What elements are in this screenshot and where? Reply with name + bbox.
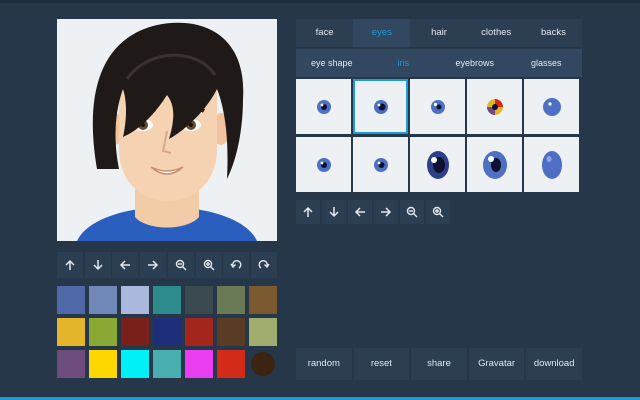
iris-option[interactable] xyxy=(467,79,522,134)
move-down-button[interactable] xyxy=(84,252,111,278)
color-swatch[interactable] xyxy=(185,350,213,378)
action-bar: random reset share Gravatar download xyxy=(296,348,582,380)
tab-hair[interactable]: hair xyxy=(410,19,467,47)
tab-backs[interactable]: backs xyxy=(525,19,582,47)
subtab-eye-shape[interactable]: eye shape xyxy=(296,49,368,77)
iris-small-icon xyxy=(373,99,388,114)
iris-solid-icon xyxy=(542,97,561,116)
color-swatch[interactable] xyxy=(249,286,277,314)
subtab-eyebrows[interactable]: eyebrows xyxy=(439,49,511,77)
iris-option[interactable] xyxy=(410,79,465,134)
redo-icon xyxy=(258,260,270,269)
share-button[interactable]: share xyxy=(411,348,467,380)
iris-small-icon xyxy=(316,99,331,114)
color-swatch[interactable] xyxy=(217,350,245,378)
option-zoom-in-button[interactable] xyxy=(426,200,450,224)
subtab-iris[interactable]: iris xyxy=(368,49,440,77)
color-swatch[interactable] xyxy=(57,318,85,346)
top-border xyxy=(0,0,640,3)
option-left-button[interactable] xyxy=(348,200,372,224)
color-swatch[interactable] xyxy=(217,286,245,314)
color-swatch[interactable] xyxy=(185,318,213,346)
avatar-controls xyxy=(57,252,277,278)
color-swatch[interactable] xyxy=(57,350,85,378)
iris-option[interactable] xyxy=(353,79,408,134)
iris-small-icon xyxy=(373,157,388,172)
arrow-left-icon xyxy=(354,207,365,217)
arrow-down-icon xyxy=(329,207,339,218)
redo-button[interactable] xyxy=(250,252,277,278)
iris-option[interactable] xyxy=(524,79,579,134)
color-swatch[interactable] xyxy=(121,286,149,314)
arrow-right-icon xyxy=(381,207,392,217)
iris-small-icon xyxy=(430,99,445,114)
option-zoom-out-button[interactable] xyxy=(400,200,424,224)
tab-eyes[interactable]: eyes xyxy=(353,19,411,47)
color-swatch[interactable] xyxy=(121,318,149,346)
iris-option[interactable] xyxy=(524,137,579,192)
iris-small-icon xyxy=(316,157,331,172)
move-up-button[interactable] xyxy=(57,252,83,278)
eye-subtabs: eye shape iris eyebrows glasses xyxy=(296,49,582,77)
iris-multicolor-icon xyxy=(486,98,503,115)
arrow-up-icon xyxy=(303,206,313,217)
subtab-glasses[interactable]: glasses xyxy=(511,49,583,77)
iris-option[interactable] xyxy=(296,79,351,134)
gravatar-button[interactable]: Gravatar xyxy=(468,348,525,380)
color-swatch[interactable] xyxy=(153,286,181,314)
random-button[interactable]: random xyxy=(296,348,352,380)
iris-options xyxy=(296,79,582,192)
color-swatch[interactable] xyxy=(89,318,117,346)
option-controls xyxy=(296,200,456,224)
zoom-out-icon xyxy=(406,206,418,218)
color-swatch[interactable] xyxy=(153,318,181,346)
iris-option[interactable] xyxy=(353,137,408,192)
option-down-button[interactable] xyxy=(322,200,346,224)
tab-face[interactable]: face xyxy=(296,19,353,47)
arrow-right-icon xyxy=(148,260,159,270)
color-palette xyxy=(57,286,277,380)
iris-large-icon xyxy=(482,150,507,179)
move-right-button[interactable] xyxy=(140,252,167,278)
undo-button[interactable] xyxy=(223,252,250,278)
iris-option[interactable] xyxy=(296,137,351,192)
option-right-button[interactable] xyxy=(374,200,398,224)
zoom-in-icon xyxy=(203,259,215,271)
download-button[interactable]: download xyxy=(526,348,582,380)
color-swatch[interactable] xyxy=(185,286,213,314)
category-tabs: face eyes hair clothes backs xyxy=(296,19,582,47)
color-swatch[interactable] xyxy=(251,352,275,376)
zoom-in-icon xyxy=(432,206,444,218)
color-swatch[interactable] xyxy=(121,350,149,378)
iris-large-icon xyxy=(426,150,449,179)
undo-icon xyxy=(230,260,242,269)
tab-clothes[interactable]: clothes xyxy=(468,19,525,47)
iris-option[interactable] xyxy=(467,137,522,192)
color-swatch[interactable] xyxy=(249,318,277,346)
iris-oval-icon xyxy=(541,150,562,179)
arrow-left-icon xyxy=(120,260,131,270)
color-swatch[interactable] xyxy=(57,286,85,314)
zoom-out-icon xyxy=(175,259,187,271)
move-left-button[interactable] xyxy=(112,252,139,278)
color-swatch[interactable] xyxy=(153,350,181,378)
iris-option[interactable] xyxy=(410,137,465,192)
color-swatch[interactable] xyxy=(217,318,245,346)
color-swatch[interactable] xyxy=(89,286,117,314)
arrow-down-icon xyxy=(93,260,103,271)
option-up-button[interactable] xyxy=(296,200,320,224)
color-swatch[interactable] xyxy=(89,350,117,378)
zoom-out-button[interactable] xyxy=(167,252,194,278)
reset-button[interactable]: reset xyxy=(353,348,410,380)
arrow-up-icon xyxy=(65,259,75,270)
zoom-in-button[interactable] xyxy=(195,252,222,278)
avatar-preview xyxy=(57,19,277,241)
